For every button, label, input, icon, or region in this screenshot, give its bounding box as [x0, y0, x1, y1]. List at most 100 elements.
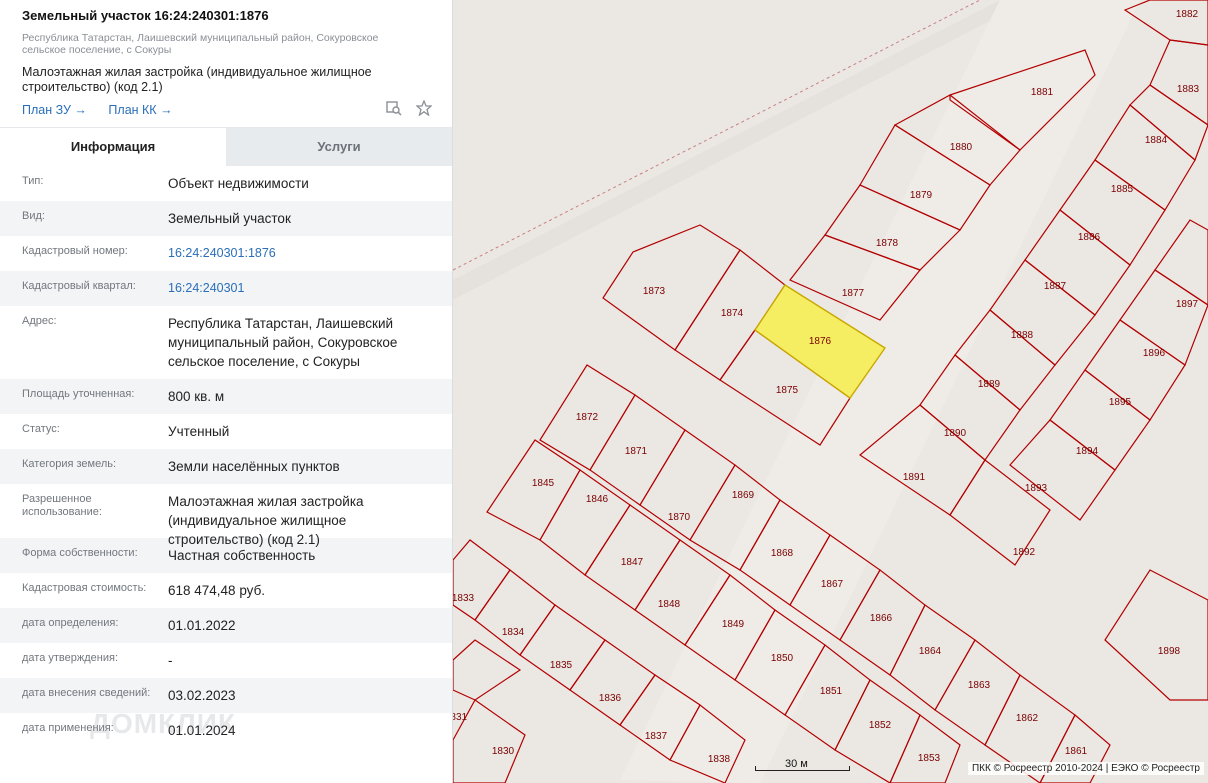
parcel-label: 1861 — [1065, 746, 1088, 757]
search-map-icon[interactable] — [386, 100, 402, 120]
parcel-label: 1891 — [903, 472, 926, 483]
info-row: дата определения: 01.01.2022 — [0, 608, 452, 643]
plot-purpose: Малоэтажная жилая застройка (индивидуаль… — [22, 65, 372, 94]
parcel-label: 1848 — [658, 599, 681, 610]
info-table: Тип: Объект недвижимости Вид: Земельный уча… — [0, 166, 452, 748]
parcel-label: 1837 — [645, 731, 668, 742]
parcel-label: 1835 — [550, 660, 573, 671]
info-row: Категория земель: Земли населённых пункто… — [0, 449, 452, 484]
parcel-label: 1867 — [821, 579, 844, 590]
parcel-label: 1892 — [1013, 547, 1036, 558]
map-copyright: ПКК © Росреестр 2010-2024 | ЕЭКО © Росре… — [967, 762, 1204, 775]
info-row-label: Форма собственности: — [22, 547, 138, 559]
info-row-label: Кадастровый номер: — [22, 245, 128, 257]
parcel-label: 1887 — [1044, 281, 1067, 292]
parcel-label: 1877 — [842, 288, 865, 299]
parcel-label: 1874 — [721, 308, 744, 319]
info-row-label: дата утверждения: — [22, 652, 119, 664]
parcel-label: 1873 — [643, 286, 666, 297]
info-row-label: Адрес: — [22, 315, 57, 327]
parcel-label: 1838 — [708, 754, 731, 765]
parcel-label: 1836 — [599, 693, 622, 704]
info-row-value: - — [168, 653, 173, 668]
parcel-label: 1893 — [1025, 483, 1048, 494]
parcel-label: 1897 — [1176, 299, 1199, 310]
info-row-link[interactable]: 16:24:240301 — [168, 271, 438, 306]
info-row-label: Разрешенное использование: — [22, 493, 102, 518]
info-row-value: Учтенный — [168, 424, 230, 439]
parcel-label: 1878 — [876, 238, 899, 249]
parcel-label: 1863 — [968, 680, 991, 691]
parcel-label: 1866 — [870, 613, 893, 624]
parcel-label: 1869 — [732, 490, 755, 501]
parcel-label: 1894 — [1076, 446, 1099, 457]
info-row: Тип: Объект недвижимости — [0, 166, 452, 201]
panel-tabs: Информация Услуги — [0, 127, 452, 166]
info-row: Разрешенное использование: Малоэтажная жи… — [0, 484, 452, 547]
info-row-value: Земельный участок — [168, 211, 291, 226]
info-row-value: Земли населённых пунктов — [168, 459, 340, 474]
parcel-label: 1886 — [1078, 232, 1101, 243]
parcel-label: 1853 — [918, 753, 941, 764]
plot-title: Земельный участок 16:24:240301:1876 — [22, 8, 269, 23]
info-row-value: Республика Татарстан, Лаишевский муницип… — [168, 316, 398, 369]
info-row: Форма собственности: Частная собственност… — [0, 538, 452, 573]
parcel-label: 1884 — [1145, 135, 1168, 146]
info-row-label: Тип: — [22, 175, 44, 187]
info-row: Кадастровый номер: 16:24:240301:1876 — [0, 236, 452, 271]
info-row: Площадь уточненная: 800 кв. м — [0, 379, 452, 414]
parcel-label: 1879 — [910, 190, 933, 201]
info-row-value: Малоэтажная жилая застройка (индивидуаль… — [168, 494, 364, 547]
parcel-label: 1885 — [1111, 184, 1134, 195]
parcel-label: 1889 — [978, 379, 1001, 390]
info-row-label: Площадь уточненная: — [22, 388, 135, 400]
info-row-value: 01.01.2022 — [168, 618, 236, 633]
info-row-label: Кадастровая стоимость: — [22, 582, 147, 594]
parcel-label: 1872 — [576, 412, 599, 423]
tab-information[interactable]: Информация — [0, 128, 226, 166]
parcel-label: 1834 — [502, 627, 525, 638]
info-row: дата утверждения: - — [0, 643, 452, 678]
parcel-label: 1881 — [1031, 87, 1054, 98]
info-row: дата внесения сведений: 03.02.2023 — [0, 678, 452, 713]
plan-links: План ЗУ → План КК → — [22, 103, 430, 117]
info-row: Адрес: Республика Татарстан, Лаишевский м… — [0, 306, 452, 379]
panel-header: Земельный участок 16:24:240301:1876 Респ… — [0, 0, 452, 119]
plot-address-short: Республика Татарстан, Лаишевский муницип… — [22, 32, 379, 56]
info-row: Статус: Учтенный — [0, 414, 452, 449]
parcel-label: 1882 — [1176, 9, 1199, 20]
plan-zu-link[interactable]: План ЗУ → — [22, 103, 87, 117]
info-row-label: дата определения: — [22, 617, 119, 629]
info-row-value: 618 474,48 руб. — [168, 583, 266, 598]
info-row-value: Частная собственность — [168, 548, 316, 563]
parcel-label: 1888 — [1011, 330, 1034, 341]
tab-services[interactable]: Услуги — [226, 128, 452, 166]
info-row-label: Вид: — [22, 210, 45, 222]
info-row: Вид: Земельный участок — [0, 201, 452, 236]
info-panel: Земельный участок 16:24:240301:1876 Респ… — [0, 0, 453, 783]
info-row-value: 03.02.2023 — [168, 688, 236, 703]
parcel-label: 1868 — [771, 548, 794, 559]
scale-bar — [755, 766, 850, 771]
map-scale: 30 м — [755, 758, 850, 771]
parcel-label: 1898 — [1158, 646, 1181, 657]
info-row-label: Статус: — [22, 423, 60, 435]
info-row-value: 800 кв. м — [168, 389, 225, 404]
parcel-label: 1871 — [625, 446, 648, 457]
parcel-label: 1870 — [668, 512, 691, 523]
parcel-label: 1875 — [776, 385, 799, 396]
star-icon[interactable] — [415, 99, 433, 120]
info-row: Кадастровая стоимость: 618 474,48 руб. — [0, 573, 452, 608]
info-row-value: Объект недвижимости — [168, 176, 309, 191]
info-row: дата применения: 01.01.2024 — [0, 713, 452, 748]
parcel-label: 1849 — [722, 619, 745, 630]
info-row: Кадастровый квартал: 16:24:240301 — [0, 271, 452, 306]
parcel-label: 1845 — [532, 478, 555, 489]
info-row-label: Кадастровый квартал: — [22, 280, 136, 292]
parcel-label: 1876 — [809, 336, 832, 347]
info-row-label: дата применения: — [22, 722, 114, 734]
plan-kk-link[interactable]: План КК → — [108, 103, 172, 117]
parcel-label: 1830 — [492, 746, 515, 757]
info-row-value: 01.01.2024 — [168, 723, 236, 738]
info-row-link[interactable]: 16:24:240301:1876 — [168, 236, 438, 271]
